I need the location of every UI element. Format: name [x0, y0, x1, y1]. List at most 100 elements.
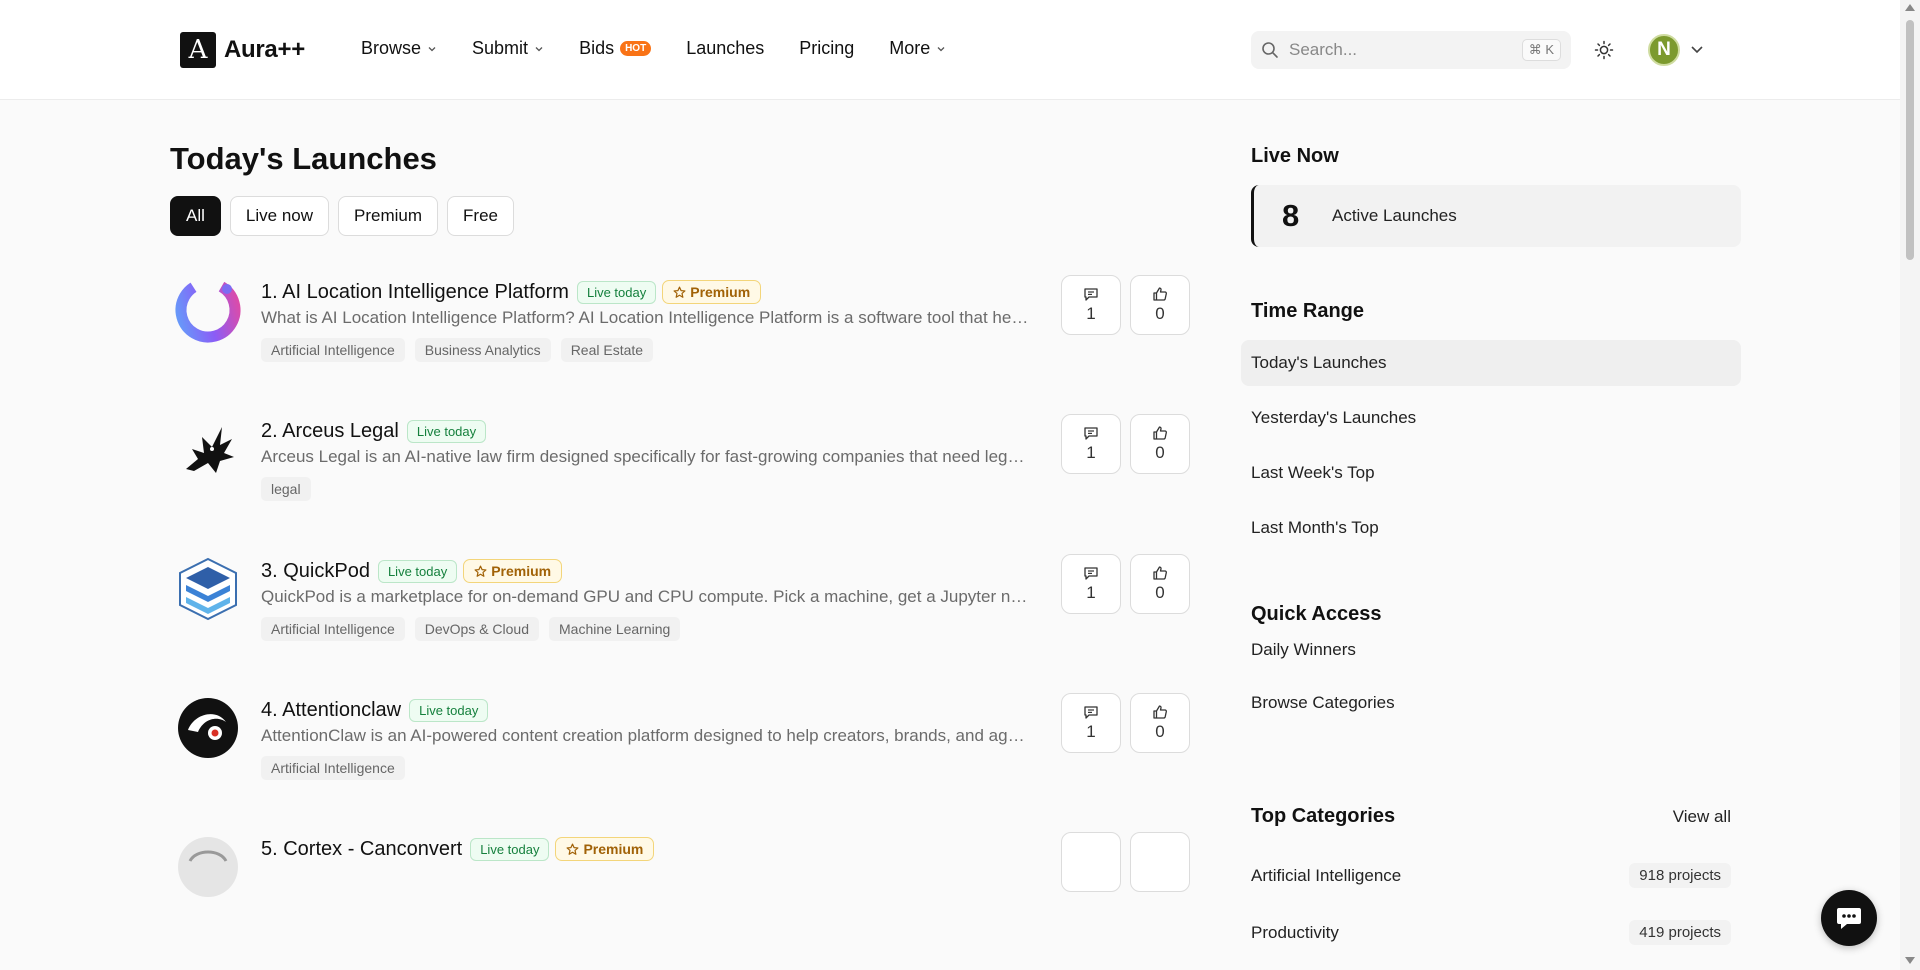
upvote-button[interactable]: 0: [1130, 275, 1190, 335]
thumbs-up-icon: [1153, 705, 1167, 719]
thumbs-up-icon: [1153, 426, 1167, 440]
upvote-count: 0: [1155, 722, 1165, 741]
tag[interactable]: Artificial Intelligence: [261, 756, 405, 780]
filter-live-now[interactable]: Live now: [229, 196, 330, 236]
launch-item[interactable]: 5. Cortex - Canconvert Live today Premiu…: [170, 827, 1192, 947]
comment-button[interactable]: 1: [1061, 275, 1121, 335]
nav-more[interactable]: More: [889, 38, 946, 59]
launch-title[interactable]: 2. Arceus Legal: [261, 420, 399, 443]
filter-free[interactable]: Free: [447, 196, 514, 236]
launch-title[interactable]: 4. Attentionclaw: [261, 699, 401, 722]
comment-icon: [1084, 566, 1098, 580]
upvote-button[interactable]: 0: [1130, 693, 1190, 753]
active-launches-card[interactable]: 8 Active Launches: [1251, 185, 1741, 247]
nav-bids[interactable]: Bids HOT: [579, 38, 652, 59]
launch-item[interactable]: 1. AI Location Intelligence Platform Liv…: [170, 270, 1192, 390]
search-box[interactable]: ⌘ K: [1251, 31, 1571, 69]
launch-body: 3. QuickPod Live today Premium QuickPod …: [261, 557, 1192, 641]
launch-item[interactable]: 3. QuickPod Live today Premium QuickPod …: [170, 549, 1192, 669]
scroll-down-arrow[interactable]: [1905, 957, 1915, 964]
upvote-button[interactable]: 0: [1130, 414, 1190, 474]
chevron-down-icon: [535, 46, 543, 51]
launch-tags: Artificial Intelligence: [261, 756, 1192, 780]
time-range-today[interactable]: Today's Launches: [1241, 340, 1741, 386]
launch-body: 5. Cortex - Canconvert Live today Premiu…: [261, 835, 1192, 863]
page-scrollbar[interactable]: [1900, 0, 1920, 970]
launch-description: QuickPod is a marketplace for on-demand …: [261, 587, 1031, 606]
launch-description: Arceus Legal is an AI-native law firm de…: [261, 447, 1031, 466]
category-row[interactable]: Artificial Intelligence 918 projects: [1251, 863, 1731, 888]
view-all-link[interactable]: View all: [1673, 807, 1731, 827]
time-range-list: Today's Launches Yesterday's Launches La…: [1241, 340, 1741, 560]
upvote-count: 0: [1155, 304, 1165, 323]
chevron-down-icon[interactable]: [1690, 44, 1704, 56]
tag[interactable]: legal: [261, 477, 311, 501]
scroll-thumb[interactable]: [1906, 20, 1914, 260]
search-shortcut: ⌘ K: [1521, 39, 1561, 61]
comment-count: 1: [1086, 442, 1096, 462]
chat-button[interactable]: [1821, 890, 1877, 946]
nav-launches[interactable]: Launches: [686, 38, 764, 59]
top-categories-header: Top Categories View all: [1251, 805, 1731, 828]
premium-badge-label: Premium: [583, 841, 644, 857]
tag[interactable]: Machine Learning: [549, 617, 681, 641]
quick-access-list: Daily Winners Browse Categories: [1251, 640, 1395, 746]
live-now-heading: Live Now: [1251, 145, 1339, 167]
nav-pricing[interactable]: Pricing: [799, 38, 854, 59]
launch-description: AttentionClaw is an AI-powered content c…: [261, 726, 1031, 745]
launch-title[interactable]: 3. QuickPod: [261, 560, 370, 583]
active-launches-label: Active Launches: [1332, 206, 1457, 225]
tag[interactable]: Artificial Intelligence: [261, 338, 405, 362]
launch-body: 4. Attentionclaw Live today AttentionCla…: [261, 696, 1192, 780]
comment-button[interactable]: 1: [1061, 693, 1121, 753]
star-icon: [566, 843, 579, 855]
comment-button[interactable]: 1: [1061, 414, 1121, 474]
time-range-last-week[interactable]: Last Week's Top: [1241, 450, 1741, 496]
nav-submit[interactable]: Submit: [472, 38, 544, 59]
time-range-last-month[interactable]: Last Month's Top: [1241, 505, 1741, 551]
nav-browse-label: Browse: [361, 38, 422, 58]
nav-browse[interactable]: Browse: [361, 38, 437, 59]
filter-all[interactable]: All: [170, 196, 221, 236]
tag[interactable]: Business Analytics: [414, 338, 551, 362]
launch-item[interactable]: 4. Attentionclaw Live today AttentionCla…: [170, 688, 1192, 808]
main-nav: Browse Submit Bids HOT Launches Pricing …: [361, 38, 981, 59]
time-range-heading: Time Range: [1251, 300, 1364, 322]
launch-logo-cortex: [178, 837, 238, 897]
tag[interactable]: Artificial Intelligence: [261, 617, 405, 641]
launch-title[interactable]: 5. Cortex - Canconvert: [261, 838, 462, 861]
theme-toggle-button[interactable]: [1590, 36, 1618, 64]
tag[interactable]: Real Estate: [560, 338, 654, 362]
upvote-button[interactable]: 0: [1130, 554, 1190, 614]
comment-icon: [1084, 287, 1098, 301]
launch-body: 1. AI Location Intelligence Platform Liv…: [261, 278, 1192, 362]
quick-access-daily-winners[interactable]: Daily Winners: [1251, 640, 1395, 660]
category-name: Artificial Intelligence: [1251, 865, 1402, 885]
comment-count: 1: [1086, 582, 1096, 602]
comment-button[interactable]: [1061, 832, 1121, 892]
time-range-yesterday[interactable]: Yesterday's Launches: [1241, 395, 1741, 441]
comment-button[interactable]: 1: [1061, 554, 1121, 614]
scroll-up-arrow[interactable]: [1905, 4, 1915, 11]
category-row[interactable]: Productivity 419 projects: [1251, 920, 1731, 945]
chat-bubble-icon: [1837, 908, 1861, 929]
live-badge: Live today: [406, 419, 487, 443]
comment-count: 1: [1086, 303, 1096, 323]
star-icon: [673, 286, 686, 298]
launch-item[interactable]: 2. Arceus Legal Live today Arceus Legal …: [170, 409, 1192, 529]
launch-title[interactable]: 1. AI Location Intelligence Platform: [261, 281, 569, 304]
launch-tags: Artificial Intelligence DevOps & Cloud M…: [261, 617, 1192, 641]
upvote-button[interactable]: [1130, 832, 1190, 892]
upvote-count: 0: [1155, 583, 1165, 602]
category-name: Productivity: [1251, 922, 1339, 942]
nav-launches-label: Launches: [686, 38, 765, 58]
live-badge: Live today: [409, 698, 489, 722]
launch-body: 2. Arceus Legal Live today Arceus Legal …: [261, 417, 1192, 501]
quick-access-browse-categories[interactable]: Browse Categories: [1251, 693, 1395, 713]
tag[interactable]: DevOps & Cloud: [414, 617, 540, 641]
brand-logo[interactable]: A Aura++: [180, 32, 305, 68]
nav-submit-label: Submit: [472, 38, 529, 58]
user-avatar[interactable]: N: [1648, 34, 1680, 66]
filter-premium[interactable]: Premium: [338, 196, 439, 236]
search-input[interactable]: [1289, 40, 1509, 60]
